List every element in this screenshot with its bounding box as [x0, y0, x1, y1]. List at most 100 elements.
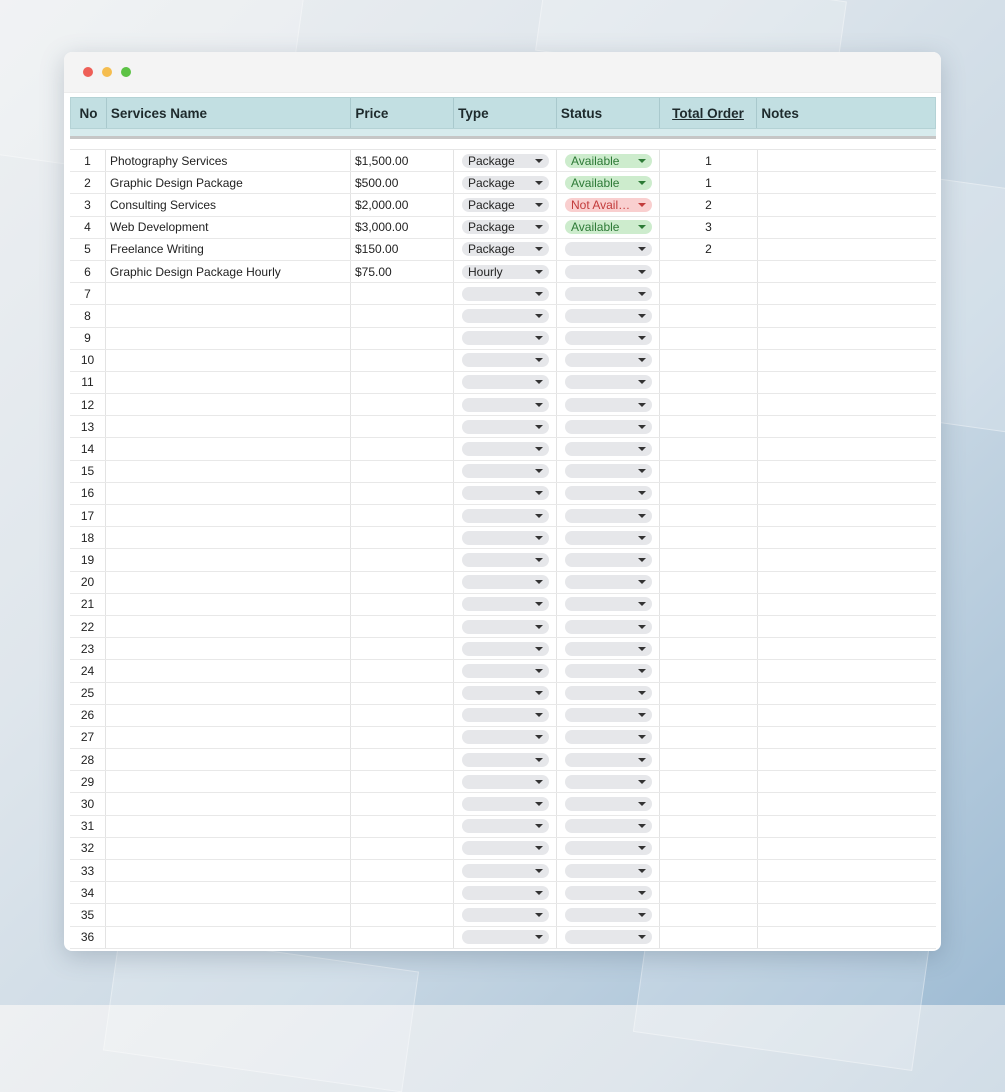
- cell-status[interactable]: [557, 860, 660, 882]
- cell-total-order[interactable]: [660, 438, 758, 460]
- cell-notes[interactable]: [758, 172, 936, 193]
- cell-service-name[interactable]: [106, 704, 351, 726]
- cell-total-order[interactable]: [660, 682, 758, 704]
- cell-status[interactable]: [557, 815, 660, 837]
- cell-no[interactable]: 28: [70, 749, 106, 771]
- cell-status[interactable]: Available: [557, 150, 660, 172]
- type-dropdown[interactable]: [462, 552, 549, 567]
- cell-total-order[interactable]: [660, 904, 758, 926]
- cell-service-name[interactable]: [106, 749, 351, 771]
- cell-price[interactable]: [351, 682, 454, 704]
- cell-price[interactable]: [351, 638, 454, 660]
- cell-notes[interactable]: [758, 572, 936, 593]
- cell-status[interactable]: [557, 615, 660, 638]
- cell-notes[interactable]: [758, 616, 936, 637]
- type-dropdown[interactable]: [462, 530, 549, 545]
- table-row[interactable]: 25: [70, 682, 936, 705]
- cell-notes[interactable]: [758, 217, 936, 238]
- cell-no[interactable]: 26: [70, 704, 106, 726]
- cell-service-name[interactable]: [106, 904, 351, 926]
- cell-notes[interactable]: [758, 505, 936, 526]
- cell-status[interactable]: Available: [557, 216, 660, 238]
- cell-price[interactable]: [351, 660, 454, 682]
- cell-notes[interactable]: [758, 727, 936, 748]
- cell-total-order[interactable]: [660, 660, 758, 682]
- cell-notes[interactable]: [758, 328, 936, 349]
- status-dropdown[interactable]: [565, 819, 652, 834]
- cell-no[interactable]: 32: [70, 837, 106, 859]
- cell-total-order[interactable]: [660, 371, 758, 394]
- cell-type[interactable]: [454, 394, 557, 416]
- type-dropdown[interactable]: [462, 686, 549, 701]
- status-dropdown[interactable]: [565, 597, 652, 612]
- cell-price[interactable]: [351, 305, 454, 327]
- status-dropdown[interactable]: [565, 907, 652, 922]
- cell-type[interactable]: [454, 704, 557, 726]
- cell-no[interactable]: 1: [70, 150, 106, 172]
- cell-service-name[interactable]: Freelance Writing: [106, 238, 351, 260]
- cell-type[interactable]: Package: [454, 238, 557, 260]
- cell-status[interactable]: [557, 349, 660, 371]
- cell-total-order[interactable]: 2: [660, 238, 758, 260]
- status-dropdown[interactable]: [565, 730, 652, 745]
- cell-price[interactable]: [351, 394, 454, 416]
- cell-no[interactable]: 30: [70, 793, 106, 815]
- cell-type[interactable]: [454, 505, 557, 527]
- status-dropdown[interactable]: [565, 885, 652, 900]
- cell-no[interactable]: 16: [70, 482, 106, 504]
- cell-type[interactable]: [454, 660, 557, 682]
- cell-status[interactable]: [557, 904, 660, 926]
- cell-notes[interactable]: [758, 860, 936, 881]
- type-dropdown[interactable]: [462, 331, 549, 346]
- status-dropdown[interactable]: [565, 530, 652, 545]
- type-dropdown[interactable]: [462, 508, 549, 523]
- cell-notes[interactable]: [758, 483, 936, 504]
- cell-status[interactable]: Not Availa...: [557, 194, 660, 216]
- cell-no[interactable]: 24: [70, 660, 106, 682]
- cell-total-order[interactable]: [660, 837, 758, 859]
- cell-service-name[interactable]: [106, 615, 351, 638]
- cell-total-order[interactable]: [660, 882, 758, 904]
- cell-price[interactable]: [351, 593, 454, 615]
- cell-price[interactable]: $1,500.00: [351, 150, 454, 172]
- cell-no[interactable]: 10: [70, 349, 106, 371]
- type-dropdown[interactable]: [462, 286, 549, 301]
- cell-no[interactable]: 13: [70, 416, 106, 438]
- cell-price[interactable]: [351, 726, 454, 749]
- cell-total-order[interactable]: 2: [660, 194, 758, 216]
- cell-type[interactable]: [454, 349, 557, 371]
- status-dropdown[interactable]: [565, 619, 652, 634]
- cell-service-name[interactable]: Photography Services: [106, 150, 351, 172]
- cell-total-order[interactable]: [660, 549, 758, 571]
- cell-no[interactable]: 33: [70, 860, 106, 882]
- cell-status[interactable]: [557, 438, 660, 460]
- cell-price[interactable]: [351, 704, 454, 726]
- cell-no[interactable]: 6: [70, 260, 106, 283]
- header-services-name[interactable]: Services Name: [107, 98, 352, 128]
- table-row[interactable]: 3 Consulting Services $2,000.00 Package Not …: [70, 194, 936, 217]
- cell-no[interactable]: 7: [70, 283, 106, 305]
- cell-price[interactable]: [351, 926, 454, 948]
- table-row[interactable]: 30: [70, 793, 936, 816]
- cell-status[interactable]: [557, 260, 660, 283]
- type-dropdown[interactable]: Package: [462, 197, 549, 212]
- cell-status[interactable]: [557, 926, 660, 948]
- status-dropdown[interactable]: [565, 419, 652, 434]
- type-dropdown[interactable]: [462, 308, 549, 323]
- type-dropdown[interactable]: [462, 353, 549, 368]
- table-row[interactable]: 34: [70, 882, 936, 905]
- cell-status[interactable]: Available: [557, 172, 660, 194]
- cell-type[interactable]: [454, 527, 557, 549]
- cell-status[interactable]: [557, 482, 660, 504]
- cell-notes[interactable]: [758, 461, 936, 482]
- type-dropdown[interactable]: [462, 486, 549, 501]
- cell-no[interactable]: 20: [70, 571, 106, 593]
- table-row[interactable]: 14: [70, 438, 936, 461]
- cell-service-name[interactable]: Graphic Design Package: [106, 172, 351, 194]
- cell-price[interactable]: [351, 749, 454, 771]
- cell-total-order[interactable]: [660, 926, 758, 948]
- cell-type[interactable]: [454, 327, 557, 349]
- cell-service-name[interactable]: [106, 638, 351, 660]
- cell-status[interactable]: [557, 527, 660, 549]
- status-dropdown[interactable]: [565, 863, 652, 878]
